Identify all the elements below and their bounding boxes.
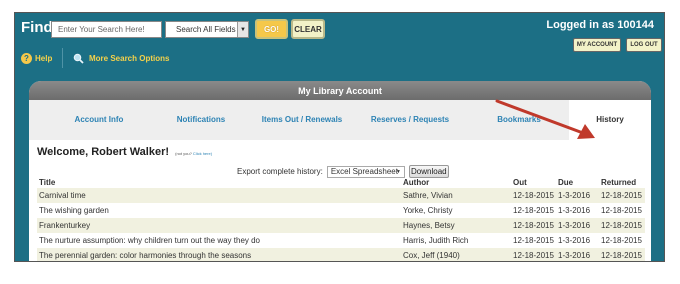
row-out: 12-18-2015 (513, 206, 554, 215)
row-returned: 12-18-2015 (601, 236, 642, 245)
row-title: The nurture assumption: why children tur… (39, 236, 261, 245)
export-format-select[interactable]: Excel Spreadsheet ▼ (326, 165, 405, 178)
row-returned: 12-18-2015 (601, 206, 642, 215)
table-row: Frankenturkey Haynes, Betsy 12-18-2015 1… (37, 218, 645, 233)
row-title: The wishing garden (39, 206, 109, 215)
column-header-returned: Returned (601, 178, 637, 187)
tab-items-out-renewals[interactable]: Items Out / Renewals (253, 100, 351, 140)
row-author: Haynes, Betsy (403, 221, 455, 230)
welcome-message: Welcome, Robert Walker! (not you? Click … (37, 146, 212, 158)
clear-button[interactable]: CLEAR (291, 19, 325, 39)
row-due: 1-3-2016 (558, 236, 591, 245)
go-button[interactable]: GO! (255, 19, 288, 39)
table-row: The nurture assumption: why children tur… (37, 233, 645, 248)
welcome-text: Welcome, Robert Walker! (37, 146, 170, 158)
row-title: Frankenturkey (39, 221, 91, 230)
row-out: 12-18-2015 (513, 236, 554, 245)
table-row: The perennial garden: color harmonies th… (37, 248, 645, 261)
row-title: The perennial garden: color harmonies th… (39, 251, 252, 260)
table-row: Carnival time Sathre, Vivian 12-18-2015 … (37, 188, 645, 203)
more-search-options-label: More Search Options (89, 54, 170, 63)
logout-button[interactable]: LOG OUT (626, 38, 662, 52)
search-field-select-value: Search All Fields (176, 25, 236, 34)
row-out: 12-18-2015 (513, 221, 554, 230)
history-table: Title Author Out Due Returned Carnival t… (37, 177, 645, 261)
annotation-arrow-icon (495, 99, 595, 139)
search-field-select[interactable]: Search All Fields ▼ (165, 21, 249, 38)
row-returned: 12-18-2015 (601, 251, 642, 260)
row-author: Harris, Judith Rich (403, 236, 469, 245)
column-header-out: Out (513, 178, 527, 187)
row-due: 1-3-2016 (558, 221, 591, 230)
tab-account-info[interactable]: Account Info (49, 100, 149, 140)
more-search-options-link[interactable]: More Search Options (73, 53, 169, 64)
not-you-note: (not you? Click here) (175, 151, 212, 156)
help-link[interactable]: ? Help (21, 53, 52, 64)
tab-notifications[interactable]: Notifications (149, 100, 253, 140)
tab-reserves-requests[interactable]: Reserves / Requests (351, 100, 469, 140)
row-author: Yorke, Christy (403, 206, 453, 215)
row-returned: 12-18-2015 (601, 221, 642, 230)
export-label: Export complete history: (237, 167, 323, 176)
help-circle-icon: ? (21, 53, 32, 64)
column-header-author: Author (403, 178, 430, 187)
column-header-due: Due (558, 178, 574, 187)
chevron-down-icon: ▼ (237, 22, 248, 37)
search-input[interactable] (51, 21, 162, 38)
row-title: Carnival time (39, 191, 86, 200)
column-header-title: Title (39, 178, 56, 187)
row-returned: 12-18-2015 (601, 191, 642, 200)
app-window: Find: Search All Fields ▼ GO! CLEAR ? He… (14, 12, 665, 262)
my-account-button[interactable]: MY ACCOUNT (573, 38, 621, 52)
chevron-down-icon: ▼ (395, 168, 401, 175)
magnifier-icon (73, 53, 84, 64)
table-row: The wishing garden Yorke, Christy 12-18-… (37, 203, 645, 218)
not-you-text: (not you? (175, 151, 192, 156)
help-label: Help (35, 54, 53, 63)
row-out: 12-18-2015 (513, 251, 554, 260)
history-content: Welcome, Robert Walker! (not you? Click … (29, 140, 651, 261)
export-format-value: Excel Spreadsheet (330, 167, 398, 176)
row-out: 12-18-2015 (513, 191, 554, 200)
table-header: Title Author Out Due Returned (37, 177, 645, 188)
logged-in-status: Logged in as 100144 (546, 19, 654, 31)
row-due: 1-3-2016 (558, 251, 591, 260)
toolbar-divider (62, 48, 63, 68)
row-author: Sathre, Vivian (403, 191, 453, 200)
row-due: 1-3-2016 (558, 206, 591, 215)
not-you-click-here-link[interactable]: Click here) (193, 151, 212, 156)
row-author: Cox, Jeff (1940) (403, 251, 460, 260)
row-due: 1-3-2016 (558, 191, 591, 200)
